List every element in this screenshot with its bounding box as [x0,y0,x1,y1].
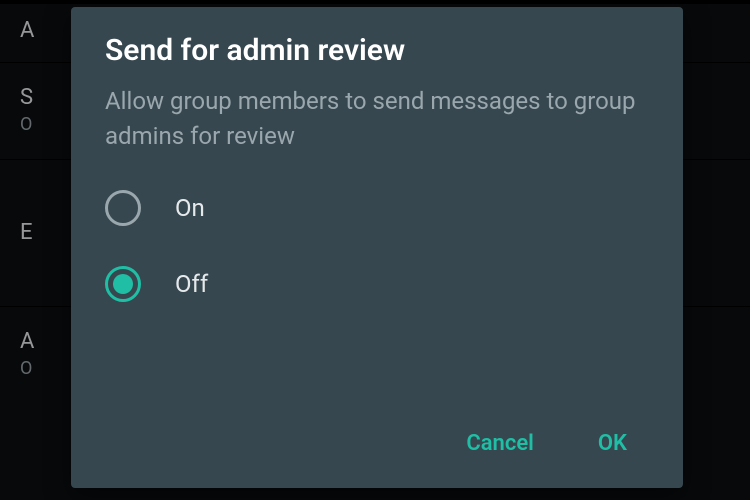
radio-unchecked-icon [105,190,141,226]
dialog-description: Allow group members to send messages to … [105,84,651,154]
option-on[interactable]: On [105,190,651,226]
ok-button[interactable]: OK [594,423,631,464]
radio-group: On Off [105,190,651,302]
dialog-actions: Cancel OK [105,423,651,470]
cancel-button[interactable]: Cancel [462,423,538,464]
dialog-title: Send for admin review [105,33,651,68]
option-label: On [175,194,205,222]
option-off[interactable]: Off [105,266,651,302]
option-label: Off [175,270,208,298]
admin-review-dialog: Send for admin review Allow group member… [71,7,683,488]
radio-checked-icon [105,266,141,302]
